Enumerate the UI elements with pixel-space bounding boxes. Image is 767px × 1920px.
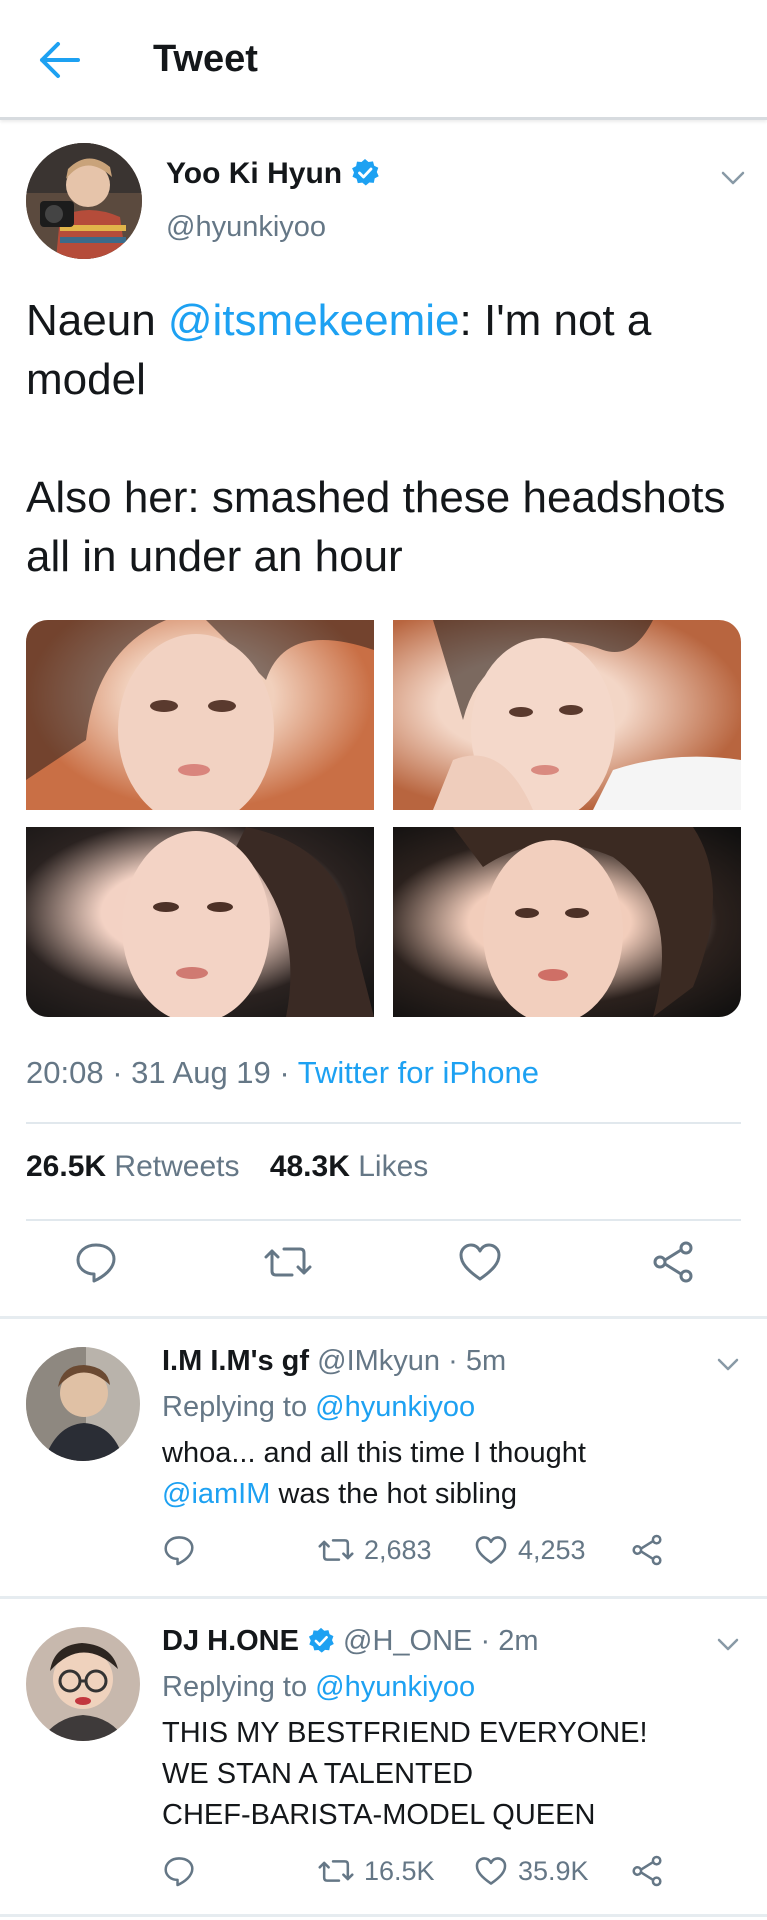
likes-stat[interactable]: 48.3K Likes xyxy=(270,1150,428,1183)
likes-count: 48.3K xyxy=(269,1150,350,1183)
back-arrow-icon[interactable] xyxy=(36,38,84,82)
replying-to-link[interactable]: @hyunkiyoo xyxy=(315,1391,475,1423)
like-icon[interactable] xyxy=(457,1239,503,1285)
verified-badge-icon xyxy=(350,158,380,196)
reply-author-name[interactable]: DJ H.ONE xyxy=(162,1625,299,1657)
reply-text-body: whoa... and all this time I thought xyxy=(162,1437,586,1469)
reply-retweet-count: 16.5K xyxy=(364,1855,435,1886)
chevron-down-icon[interactable] xyxy=(720,169,746,187)
reply-time: 5m xyxy=(465,1345,507,1377)
reply-author-handle[interactable]: @H_ONE xyxy=(343,1625,472,1657)
replying-to: Replying to @hyunkiyoo xyxy=(162,1391,475,1424)
reply-tweet[interactable]: I.M I.M's gf @IMkyun · 5m Replying to @h… xyxy=(0,1319,767,1599)
tweet-photo[interactable] xyxy=(393,827,741,1017)
reply-icon[interactable] xyxy=(73,1239,119,1285)
likes-label: Likes xyxy=(358,1150,429,1183)
tweet-text: Naeun @itsmekeemie: I'm not a model Also… xyxy=(26,291,746,586)
reply-time: 2m xyxy=(498,1625,539,1657)
tweet-time: 20:08 xyxy=(26,1055,104,1090)
like-icon xyxy=(475,1857,507,1885)
main-tweet: Yoo Ki Hyun @hyunkiyoo Naeun @itsmekeemi… xyxy=(0,123,767,1319)
retweet-button[interactable]: 2,683 xyxy=(318,1532,432,1568)
author-name-text: Yoo Ki Hyun xyxy=(166,157,343,190)
author-avatar[interactable] xyxy=(26,143,142,259)
reply-retweet-count: 2,683 xyxy=(364,1534,432,1565)
retweet-icon[interactable] xyxy=(264,1239,312,1285)
author-name[interactable]: Yoo Ki Hyun xyxy=(166,157,380,196)
like-button[interactable]: 35.9K xyxy=(474,1853,589,1889)
retweets-label: Retweets xyxy=(114,1150,240,1183)
replying-to-label: Replying to xyxy=(162,1671,308,1703)
tweet-mention-link[interactable]: @itsmekeemie xyxy=(168,296,460,345)
tweet-meta: 20:08 · 31 Aug 19 · Twitter for iPhone xyxy=(26,1055,539,1090)
share-icon[interactable] xyxy=(630,1853,674,1889)
tweet-photo[interactable] xyxy=(393,620,741,810)
verified-badge-icon xyxy=(307,1627,335,1663)
reply-like-count: 35.9K xyxy=(518,1855,589,1886)
retweet-icon xyxy=(318,1539,354,1561)
page-title: Tweet xyxy=(153,38,258,80)
reply-text: whoa... and all this time I thought @iam… xyxy=(162,1433,752,1515)
chevron-down-icon[interactable] xyxy=(716,1357,740,1373)
like-button[interactable]: 4,253 xyxy=(474,1532,586,1568)
divider xyxy=(26,1219,741,1221)
like-icon xyxy=(475,1536,507,1564)
retweet-button[interactable]: 16.5K xyxy=(318,1853,435,1889)
reply-avatar[interactable] xyxy=(26,1627,140,1741)
divider xyxy=(26,1122,741,1124)
reply-avatar[interactable] xyxy=(26,1347,140,1461)
tweet-photo[interactable] xyxy=(26,620,374,810)
replying-to-link[interactable]: @hyunkiyoo xyxy=(315,1671,475,1703)
tweet-text-prefix: Naeun xyxy=(26,296,168,345)
reply-icon[interactable] xyxy=(162,1532,206,1568)
reply-text: THIS MY BESTFRIEND EVERYONE! WE STAN A T… xyxy=(162,1713,752,1836)
replying-to-label: Replying to xyxy=(162,1391,308,1423)
reply-author-name[interactable]: I.M I.M's gf xyxy=(162,1345,309,1377)
author-handle[interactable]: @hyunkiyoo xyxy=(166,211,326,244)
tweet-source-link[interactable]: Twitter for iPhone xyxy=(298,1055,539,1090)
retweets-count: 26.5K xyxy=(26,1150,107,1183)
tweet-photo[interactable] xyxy=(26,827,374,1017)
retweets-stat[interactable]: 26.5K Retweets xyxy=(26,1150,239,1183)
tweet-stats: 26.5K Retweets 48.3K Likes xyxy=(26,1150,428,1184)
retweet-icon xyxy=(318,1860,354,1882)
reply-mention-link[interactable]: @iamIM xyxy=(162,1478,270,1510)
media-grid xyxy=(26,620,741,1017)
top-bar: Tweet xyxy=(0,0,767,120)
replying-to: Replying to @hyunkiyoo xyxy=(162,1671,475,1704)
reply-text-tail: was the hot sibling xyxy=(270,1478,518,1510)
reply-author-handle[interactable]: @IMkyun xyxy=(317,1345,440,1377)
tweet-actions xyxy=(0,1233,767,1293)
reply-header: DJ H.ONE @H_ONE · 2m xyxy=(162,1625,538,1663)
reply-tweet[interactable]: DJ H.ONE @H_ONE · 2m Replying to @hyunki… xyxy=(0,1599,767,1917)
reply-icon[interactable] xyxy=(162,1853,206,1889)
reply-like-count: 4,253 xyxy=(518,1534,586,1565)
chevron-down-icon[interactable] xyxy=(716,1637,740,1653)
reply-header: I.M I.M's gf @IMkyun · 5m xyxy=(162,1345,507,1377)
reply-actions: 16.5K 35.9K xyxy=(162,1853,762,1893)
share-icon[interactable] xyxy=(630,1532,674,1568)
tweet-date: 31 Aug 19 xyxy=(131,1055,271,1090)
reply-text-body: THIS MY BESTFRIEND EVERYONE! WE STAN A T… xyxy=(162,1717,648,1831)
reply-actions: 2,683 4,253 xyxy=(162,1532,762,1572)
share-icon[interactable] xyxy=(650,1239,696,1285)
